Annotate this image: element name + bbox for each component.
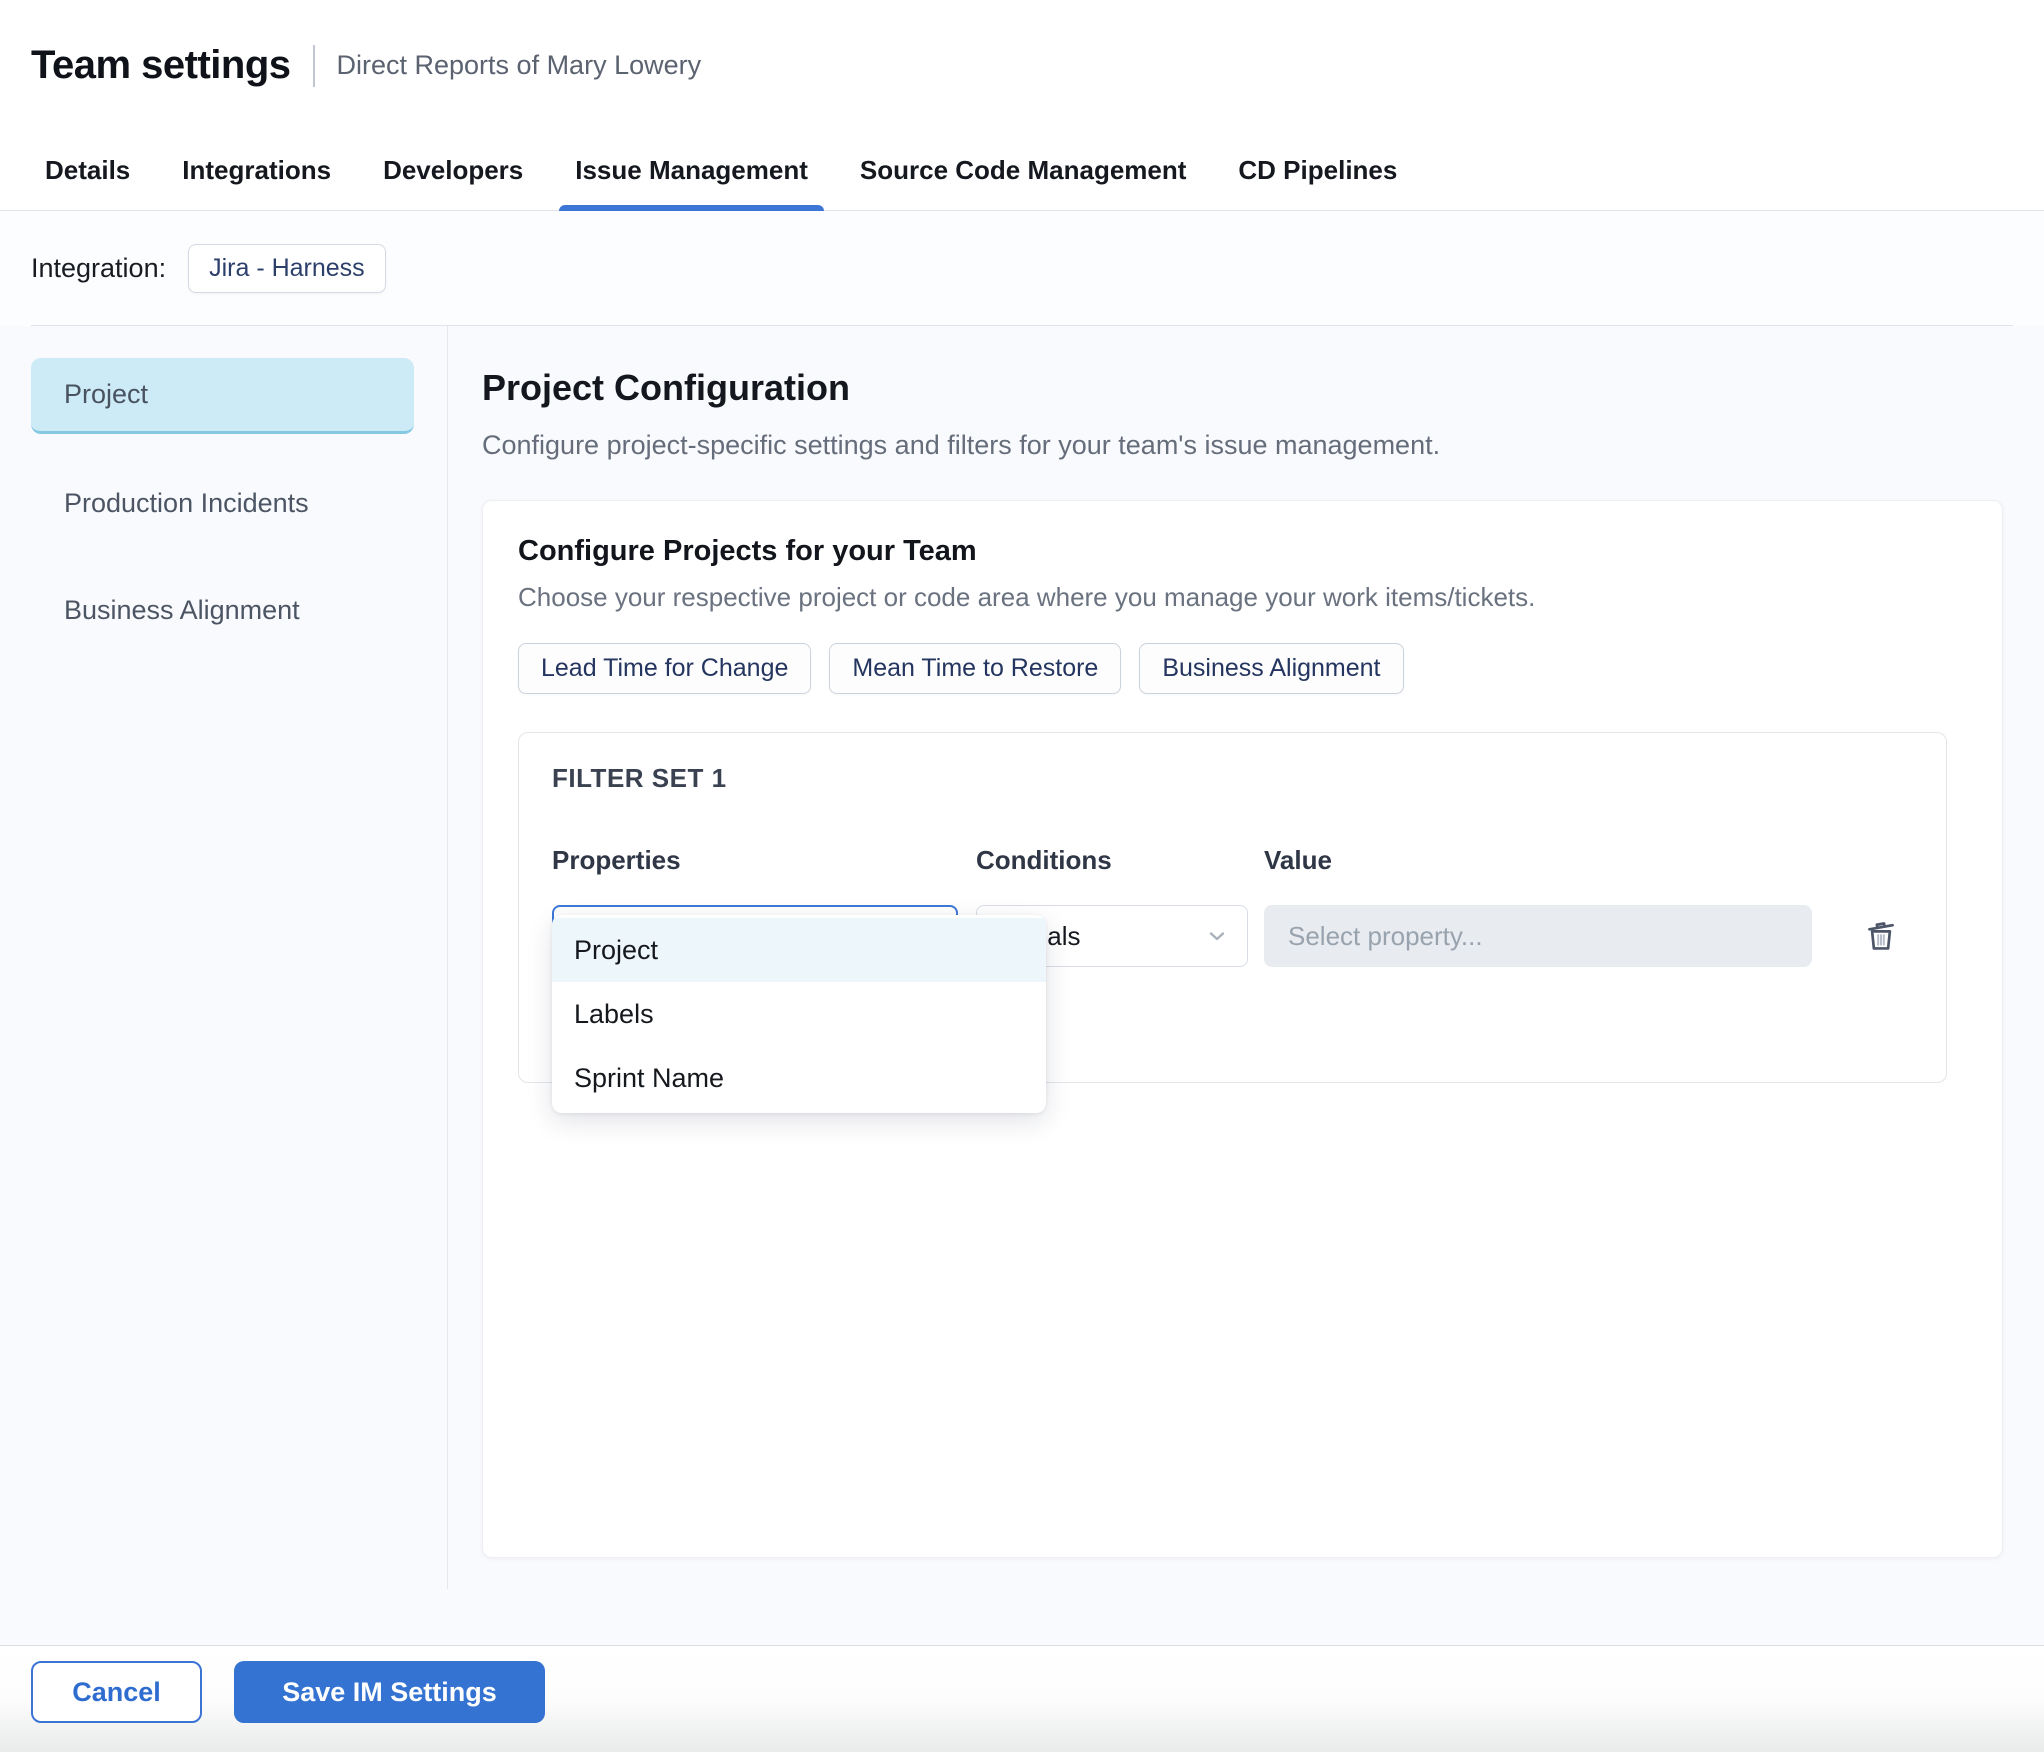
trash-icon	[1862, 915, 1900, 958]
sidebar-item-production-incidents[interactable]: Production Incidents	[31, 478, 414, 528]
tab-bar: Details Integrations Developers Issue Ma…	[0, 131, 2044, 211]
sidebar-item-project[interactable]: Project	[31, 358, 414, 434]
filter-row: Properties - Select property... - Projec…	[552, 845, 1904, 1113]
value-column: Value	[1264, 845, 1812, 967]
tab-issue-management[interactable]: Issue Management	[559, 131, 824, 211]
chip-business-alignment[interactable]: Business Alignment	[1139, 643, 1404, 694]
card-title: Configure Projects for your Team	[518, 535, 977, 567]
main-panel: Project Configuration Configure project-…	[448, 326, 2044, 1645]
dropdown-option-labels[interactable]: Labels	[552, 982, 1046, 1046]
sidebar-item-business-alignment[interactable]: Business Alignment	[31, 585, 414, 635]
chip-lead-time-for-change[interactable]: Lead Time for Change	[518, 643, 812, 694]
tab-cd-pipelines[interactable]: CD Pipelines	[1238, 131, 1397, 210]
chip-mean-time-to-restore[interactable]: Mean Time to Restore	[829, 643, 1122, 694]
section-heading: Project Configuration	[482, 367, 850, 408]
title-divider	[312, 44, 315, 87]
tab-source-code-management[interactable]: Source Code Management	[860, 131, 1187, 210]
dropdown-option-sprint-name[interactable]: Sprint Name	[552, 1046, 1046, 1110]
delete-filter-button[interactable]	[1858, 911, 1904, 962]
dropdown-option-project[interactable]: Project	[552, 918, 1046, 982]
integration-bar: Integration: Jira - Harness	[0, 211, 2044, 326]
card-subtitle: Choose your respective project or code a…	[518, 582, 1536, 612]
tab-integrations[interactable]: Integrations	[182, 131, 331, 210]
cancel-button[interactable]: Cancel	[31, 1661, 202, 1723]
filter-set-title: FILTER SET 1	[552, 763, 727, 793]
tab-details[interactable]: Details	[45, 131, 130, 210]
conditions-label: Conditions	[976, 845, 1112, 875]
settings-sidebar: Project Production Incidents Business Al…	[0, 326, 448, 1645]
value-label: Value	[1264, 845, 1332, 875]
properties-label: Properties	[552, 845, 681, 875]
footer-bar: Cancel Save IM Settings	[0, 1645, 2044, 1752]
configure-projects-card: Configure Projects for your Team Choose …	[482, 500, 2003, 1558]
tab-developers[interactable]: Developers	[383, 131, 523, 210]
metric-chip-row: Lead Time for Change Mean Time to Restor…	[518, 643, 1947, 694]
filter-actions	[1858, 905, 1904, 967]
page-subtitle: Direct Reports of Mary Lowery	[336, 50, 702, 80]
section-description: Configure project-specific settings and …	[482, 430, 1441, 460]
page-title: Team settings	[31, 43, 291, 87]
integration-chip[interactable]: Jira - Harness	[188, 243, 386, 293]
page-header: Team settings Direct Reports of Mary Low…	[0, 0, 2044, 131]
integration-label: Integration:	[31, 252, 167, 283]
value-input	[1264, 905, 1812, 967]
properties-dropdown: Project Labels Sprint Name	[552, 915, 1046, 1113]
content-area: Project Production Incidents Business Al…	[0, 326, 2044, 1645]
save-im-settings-button[interactable]: Save IM Settings	[234, 1661, 545, 1723]
chevron-down-icon	[1205, 924, 1229, 948]
properties-column: Properties - Select property... - Projec…	[552, 845, 1046, 1113]
filter-set-1: FILTER SET 1 Properties - Select propert…	[518, 732, 1947, 1113]
